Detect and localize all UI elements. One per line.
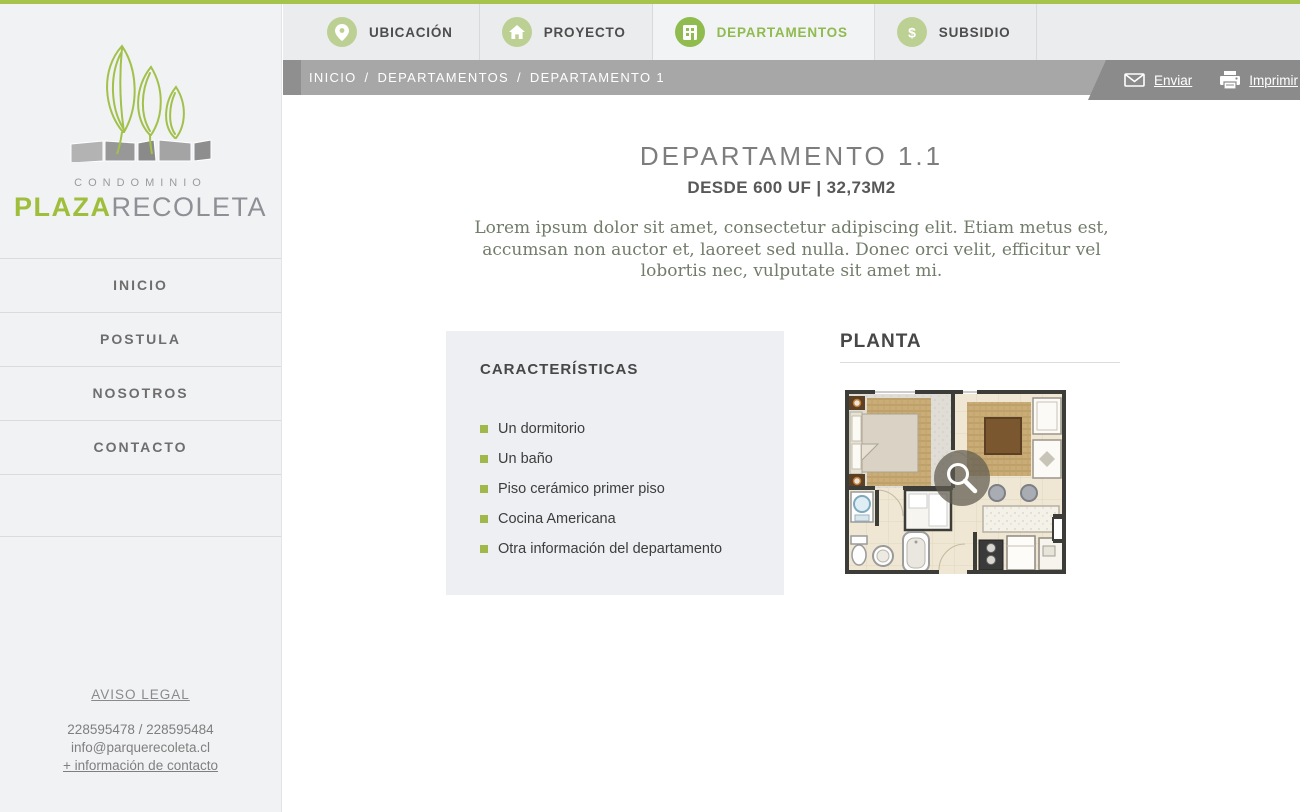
brand-plaza: PLAZA [14,192,112,222]
dollar-icon: $ [897,17,927,47]
feature-item: Piso cerámico primer piso [480,481,784,497]
tab-label: UBICACIÓN [369,25,453,40]
feature-item: Un baño [480,451,784,467]
description-text: Lorem ipsum dolor sit amet, consectetur … [469,218,1114,283]
square-bullet-icon [480,485,488,493]
page-title: DEPARTAMENTO 1.1 [283,141,1300,172]
breadcrumb-separator: / [517,70,522,85]
printer-icon [1220,71,1240,89]
send-label: Enviar [1154,73,1192,88]
tab-label: PROYECTO [544,25,626,40]
breadcrumb-left-cap [283,60,301,95]
breadcrumb-bar: INICIO / DEPARTAMENTOS / DEPARTAMENTO 1 … [283,60,1300,95]
plan-heading: PLANTA [840,331,1120,363]
main-content: DEPARTAMENTO 1.1 DESDE 600 UF | 32,73M2 … [283,100,1300,595]
tab-ubicacion[interactable]: UBICACIÓN [305,4,479,60]
trees-logo-icon [59,40,223,162]
tab-label: SUBSIDIO [939,25,1011,40]
feature-label: Un dormitorio [498,421,585,437]
feature-label: Cocina Americana [498,511,616,527]
sidebar: CONDOMINIO PLAZARECOLETA INICIO POSTULA … [0,4,282,812]
aviso-legal-link[interactable]: AVISO LEGAL [91,687,190,702]
feature-label: Otra información del departamento [498,541,722,557]
top-navigation: UBICACIÓN PROYECTO DEPARTAMENTOS $ SUBSI… [283,4,1300,60]
send-button[interactable]: Enviar [1124,73,1192,88]
brand-condominio: CONDOMINIO [0,177,281,189]
sidebar-item-nosotros[interactable]: NOSOTROS [0,366,281,420]
brand-name: PLAZARECOLETA [0,192,281,223]
breadcrumb-separator: / [365,70,370,85]
breadcrumb: INICIO / DEPARTAMENTOS / DEPARTAMENTO 1 [309,60,673,95]
buildings-blocks [71,140,211,162]
detail-row: CARACTERÍSTICAS Un dormitorio Un baño Pi… [446,331,1300,595]
feature-item: Otra información del departamento [480,541,784,557]
tab-subsidio[interactable]: $ SUBSIDIO [875,4,1037,60]
building-icon [675,17,705,47]
tab-label: DEPARTAMENTOS [717,25,848,40]
feature-item: Cocina Americana [480,511,784,527]
tab-proyecto[interactable]: PROYECTO [480,4,652,60]
house-icon [502,17,532,47]
sidebar-footer: AVISO LEGAL 228595478 / 228595484 info@p… [0,686,281,775]
features-heading: CARACTERÍSTICAS [480,361,784,378]
plan-section: PLANTA [840,331,1120,595]
features-list: Un dormitorio Un baño Piso cerámico prim… [480,421,784,557]
square-bullet-icon [480,425,488,433]
envelope-icon [1124,73,1145,87]
feature-label: Un baño [498,451,553,467]
tab-departamentos[interactable]: DEPARTAMENTOS [653,4,874,60]
sidebar-item-contacto[interactable]: CONTACTO [0,420,281,474]
sidebar-item-inicio[interactable]: INICIO [0,258,281,312]
tab-divider [1036,4,1037,60]
print-label: Imprimir [1249,73,1298,88]
sidebar-item-empty [0,474,281,537]
sidebar-item-postula[interactable]: POSTULA [0,312,281,366]
zoom-magnifier-icon [934,450,990,506]
features-box: CARACTERÍSTICAS Un dormitorio Un baño Pi… [446,331,784,595]
square-bullet-icon [480,515,488,523]
sidebar-menu: INICIO POSTULA NOSOTROS CONTACTO [0,258,281,537]
page-actions: Enviar Imprimir [1088,60,1300,100]
breadcrumb-current: DEPARTAMENTO 1 [530,70,665,85]
square-bullet-icon [480,455,488,463]
brand-logo[interactable]: CONDOMINIO PLAZARECOLETA [0,4,281,223]
floor-plan-image[interactable] [845,390,1066,574]
svg-text:$: $ [908,24,916,40]
page: CONDOMINIO PLAZARECOLETA INICIO POSTULA … [0,0,1300,812]
feature-label: Piso cerámico primer piso [498,481,665,497]
square-bullet-icon [480,545,488,553]
feature-item: Un dormitorio [480,421,784,437]
contact-info-link[interactable]: + información de contacto [0,757,281,775]
brand-recoleta: RECOLETA [111,192,267,222]
map-pin-icon [327,17,357,47]
print-button[interactable]: Imprimir [1220,71,1298,89]
phone-numbers: 228595478 / 228595484 [0,721,281,739]
page-subtitle: DESDE 600 UF | 32,73M2 [283,178,1300,198]
breadcrumb-departamentos[interactable]: DEPARTAMENTOS [377,70,509,85]
email-link[interactable]: info@parquerecoleta.cl [0,739,281,757]
breadcrumb-inicio[interactable]: INICIO [309,70,357,85]
